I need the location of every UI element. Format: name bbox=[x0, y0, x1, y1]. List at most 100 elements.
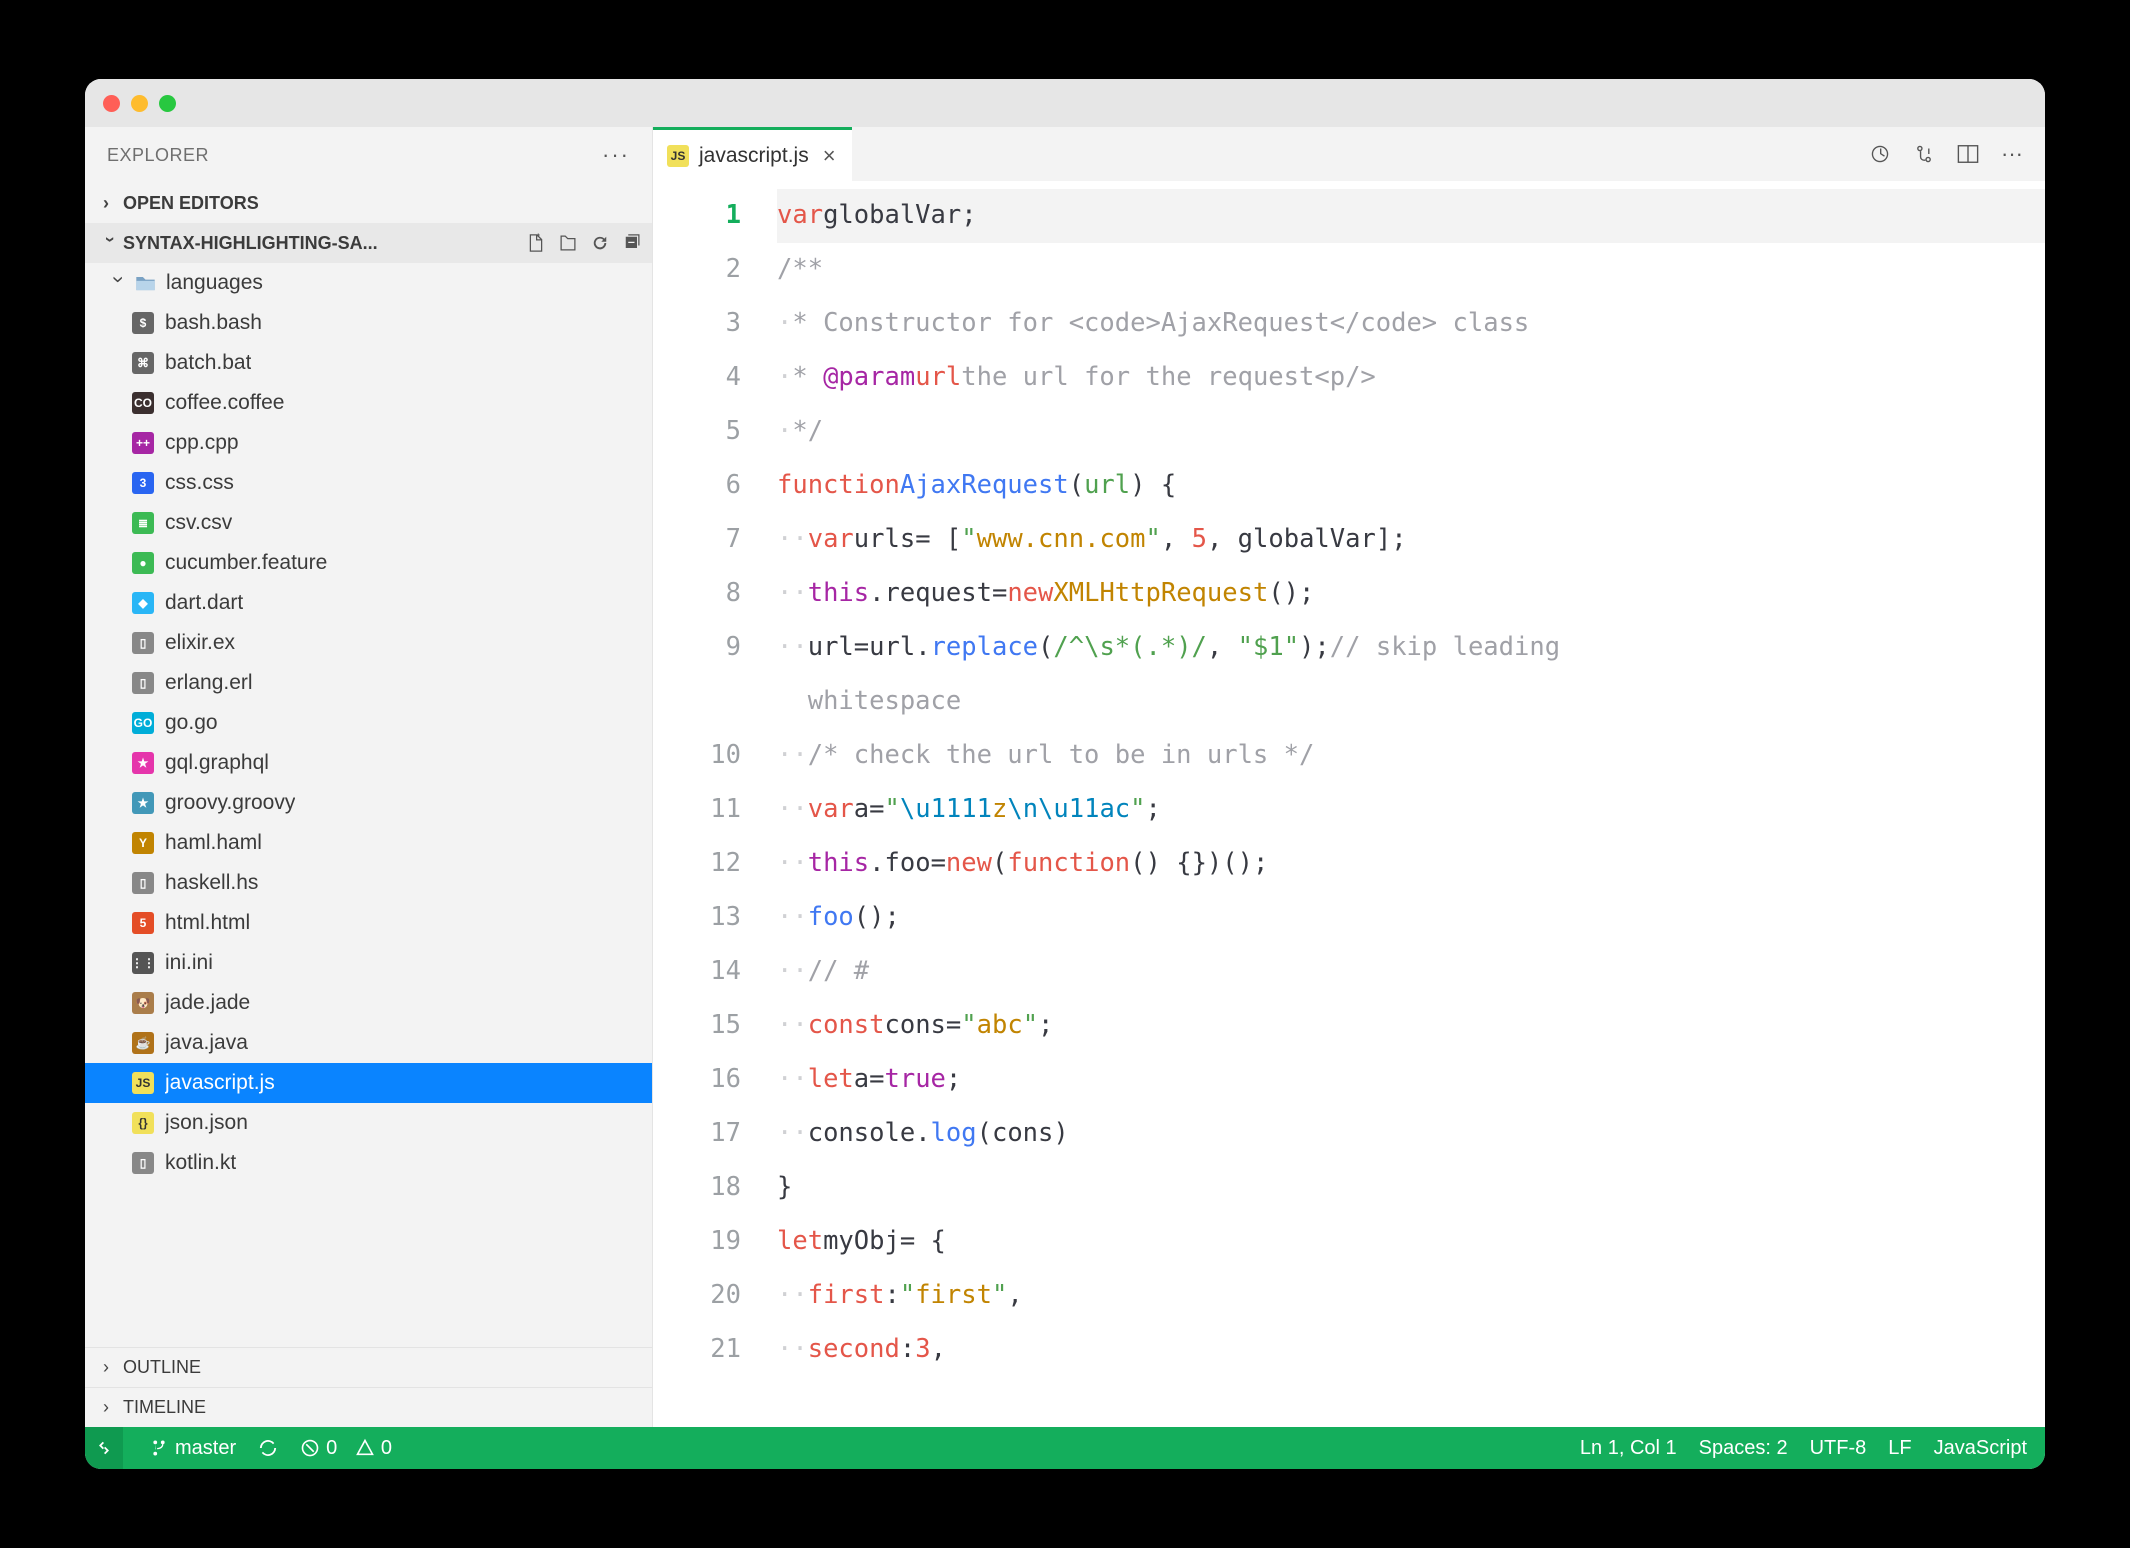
chevron-right-icon: › bbox=[103, 1397, 117, 1418]
file-groovy-groovy[interactable]: ★groovy.groovy bbox=[85, 783, 652, 823]
file-javascript-js[interactable]: JSjavascript.js bbox=[85, 1063, 652, 1103]
file-cucumber-feature[interactable]: ●cucumber.feature bbox=[85, 543, 652, 583]
file-dart-dart[interactable]: ◆ dart.dart bbox=[85, 583, 652, 623]
file-icon: 🐶 bbox=[131, 991, 155, 1015]
line-gutter: 123456789101112131415161718192021 bbox=[653, 181, 769, 1427]
tab-bar: JS javascript.js × ··· bbox=[653, 127, 2045, 181]
file-icon: $ bbox=[131, 311, 155, 335]
file-label: dart.dart bbox=[165, 591, 243, 615]
file-icon: ★ bbox=[131, 751, 155, 775]
file-label: json.json bbox=[165, 1111, 248, 1135]
outline-section[interactable]: › OUTLINE bbox=[85, 1347, 652, 1387]
js-icon: JS bbox=[667, 145, 689, 167]
chevron-right-icon: › bbox=[103, 193, 117, 214]
file-label: haskell.hs bbox=[165, 871, 258, 895]
file-label: haml.haml bbox=[165, 831, 262, 855]
file-elixir-ex[interactable]: ▯ elixir.ex bbox=[85, 623, 652, 663]
file-icon: {} bbox=[131, 1111, 155, 1135]
file-label: kotlin.kt bbox=[165, 1151, 236, 1175]
file-go-go[interactable]: GO go.go bbox=[85, 703, 652, 743]
indentation[interactable]: Spaces: 2 bbox=[1699, 1437, 1788, 1460]
file-icon: ● bbox=[131, 551, 155, 575]
file-icon: GO bbox=[131, 711, 155, 735]
repo-label: SYNTAX-HIGHLIGHTING-SA... bbox=[123, 233, 378, 254]
file-label: gql.graphql bbox=[165, 751, 269, 775]
sync-button[interactable] bbox=[258, 1438, 278, 1458]
status-bar: master 0 0 Ln 1, Col 1 Spaces: 2 UTF-8 L… bbox=[85, 1427, 2045, 1469]
file-label: batch.bat bbox=[165, 351, 251, 375]
chevron-down-icon: › bbox=[100, 236, 121, 250]
file-java-java[interactable]: ☕ java.java bbox=[85, 1023, 652, 1063]
file-icon: ++ bbox=[131, 431, 155, 455]
new-file-icon[interactable] bbox=[526, 233, 546, 253]
file-kotlin-kt[interactable]: ▯kotlin.kt bbox=[85, 1143, 652, 1183]
file-icon: 5 bbox=[131, 911, 155, 935]
tab-label: javascript.js bbox=[699, 144, 809, 168]
close-traffic-light[interactable] bbox=[103, 95, 120, 112]
file-icon: ◆ bbox=[131, 591, 155, 615]
timeline-icon[interactable] bbox=[1869, 143, 1891, 165]
file-label: erlang.erl bbox=[165, 671, 253, 695]
folder-languages[interactable]: › languages bbox=[85, 263, 652, 303]
collapse-all-icon[interactable] bbox=[622, 233, 642, 253]
file-icon: Y bbox=[131, 831, 155, 855]
file-bash-bash[interactable]: $bash.bash bbox=[85, 303, 652, 343]
file-label: javascript.js bbox=[165, 1071, 275, 1095]
explorer-more-icon[interactable]: ··· bbox=[602, 142, 630, 168]
zoom-traffic-light[interactable] bbox=[159, 95, 176, 112]
file-css-css[interactable]: 3 css.css bbox=[85, 463, 652, 503]
code-content[interactable]: var globalVar;/**·* Constructor for <cod… bbox=[769, 181, 2045, 1427]
file-label: java.java bbox=[165, 1031, 248, 1055]
new-folder-icon[interactable] bbox=[558, 233, 578, 253]
vscode-window: EXPLORER ··· › OPEN EDITORS › SYNTAX-HIG… bbox=[85, 79, 2045, 1469]
file-label: html.html bbox=[165, 911, 250, 935]
more-icon[interactable]: ··· bbox=[2001, 141, 2023, 167]
file-label: css.css bbox=[165, 471, 234, 495]
refresh-icon[interactable] bbox=[590, 233, 610, 253]
cursor-position[interactable]: Ln 1, Col 1 bbox=[1580, 1437, 1677, 1460]
timeline-section[interactable]: › TIMELINE bbox=[85, 1387, 652, 1427]
language-mode[interactable]: JavaScript bbox=[1934, 1437, 2027, 1460]
file-coffee-coffee[interactable]: COcoffee.coffee bbox=[85, 383, 652, 423]
file-label: jade.jade bbox=[165, 991, 250, 1015]
open-editors-section[interactable]: › OPEN EDITORS bbox=[85, 183, 652, 223]
file-icon: ▯ bbox=[131, 631, 155, 655]
split-editor-icon[interactable] bbox=[1957, 143, 1979, 165]
problems-button[interactable]: 0 0 bbox=[300, 1437, 392, 1460]
file-icon: ▯ bbox=[131, 671, 155, 695]
file-haskell-hs[interactable]: ▯haskell.hs bbox=[85, 863, 652, 903]
file-html-html[interactable]: 5 html.html bbox=[85, 903, 652, 943]
file-jade-jade[interactable]: 🐶 jade.jade bbox=[85, 983, 652, 1023]
file-icon: ≣ bbox=[131, 511, 155, 535]
file-cpp-cpp[interactable]: ++ cpp.cpp bbox=[85, 423, 652, 463]
file-batch-bat[interactable]: ⌘batch.bat bbox=[85, 343, 652, 383]
tab-javascript[interactable]: JS javascript.js × bbox=[653, 127, 852, 181]
repo-section[interactable]: › SYNTAX-HIGHLIGHTING-SA... bbox=[85, 223, 652, 263]
file-haml-haml[interactable]: Yhaml.haml bbox=[85, 823, 652, 863]
explorer-title: EXPLORER bbox=[107, 145, 209, 166]
file-icon: ☕ bbox=[131, 1031, 155, 1055]
chevron-right-icon: › bbox=[103, 1357, 117, 1378]
file-json-json[interactable]: {} json.json bbox=[85, 1103, 652, 1143]
chevron-down-icon: › bbox=[106, 276, 130, 290]
file-icon: 3 bbox=[131, 471, 155, 495]
minimize-traffic-light[interactable] bbox=[131, 95, 148, 112]
titlebar bbox=[85, 79, 2045, 127]
open-editors-label: OPEN EDITORS bbox=[123, 193, 259, 214]
compare-icon[interactable] bbox=[1913, 143, 1935, 165]
file-csv-csv[interactable]: ≣csv.csv bbox=[85, 503, 652, 543]
file-label: elixir.ex bbox=[165, 631, 235, 655]
file-label: go.go bbox=[165, 711, 218, 735]
remote-button[interactable] bbox=[85, 1427, 123, 1469]
eol[interactable]: LF bbox=[1888, 1437, 1911, 1460]
file-erlang-erl[interactable]: ▯ erlang.erl bbox=[85, 663, 652, 703]
encoding[interactable]: UTF-8 bbox=[1810, 1437, 1867, 1460]
error-count: 0 bbox=[326, 1437, 337, 1460]
file-label: ini.ini bbox=[165, 951, 213, 975]
file-ini-ini[interactable]: ⋮⋮ini.ini bbox=[85, 943, 652, 983]
outline-label: OUTLINE bbox=[123, 1357, 201, 1378]
git-branch[interactable]: master bbox=[149, 1437, 236, 1460]
file-gql-graphql[interactable]: ★ gql.graphql bbox=[85, 743, 652, 783]
file-label: cpp.cpp bbox=[165, 431, 239, 455]
close-icon[interactable]: × bbox=[823, 143, 836, 169]
